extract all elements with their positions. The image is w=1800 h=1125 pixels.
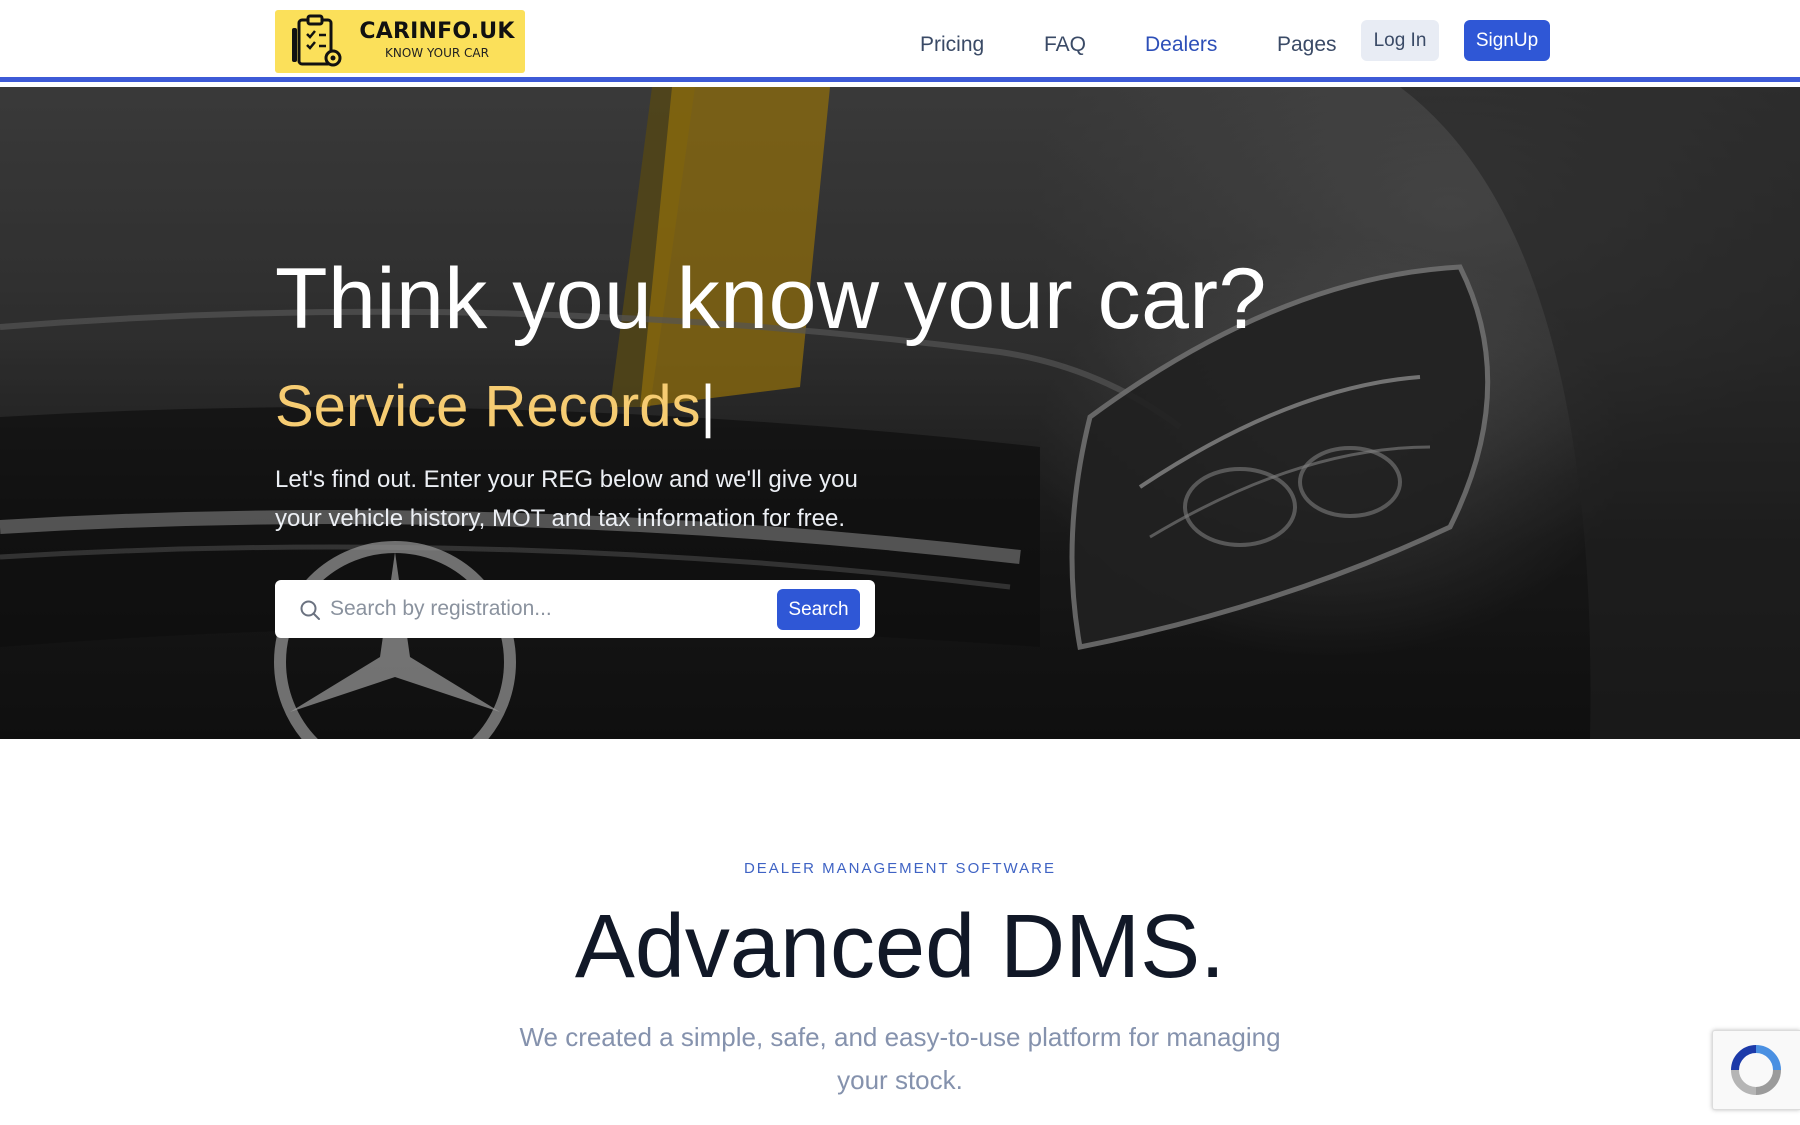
recaptcha-badge[interactable] [1712, 1030, 1800, 1110]
hero-description: Let's find out. Enter your REG below and… [275, 466, 858, 532]
nav-faq[interactable]: FAQ [1044, 32, 1086, 58]
nav-pricing[interactable]: Pricing [920, 32, 984, 58]
brand-tagline: KNOW YOUR CAR [385, 46, 489, 60]
clipboard-tools-icon [292, 14, 342, 67]
typing-caret: | [700, 374, 716, 439]
search-button[interactable]: Search [777, 589, 860, 630]
brand-name: CARINFO.UK [359, 19, 515, 44]
brand-text: CARINFO.UK KNOW YOUR CAR [357, 19, 517, 61]
site-header: CARINFO.UK KNOW YOUR CAR Pricing FAQ Dea… [0, 0, 1800, 82]
section-description: We created a simple, safe, and easy-to-u… [519, 1022, 1281, 1095]
registration-search-form: Search [275, 580, 875, 638]
registration-search-input[interactable] [330, 591, 740, 627]
search-icon [300, 600, 320, 620]
nav-pages[interactable]: Pages [1277, 32, 1337, 58]
typed-text: Service Records [275, 374, 701, 439]
section-title: Advanced DMS. [574, 897, 1226, 997]
hero-car-image [0, 87, 1800, 739]
brand-logo[interactable]: CARINFO.UK KNOW YOUR CAR [275, 10, 525, 73]
nav-dealers[interactable]: Dealers [1145, 32, 1217, 58]
recaptcha-icon [1731, 1045, 1781, 1095]
hero-section: Think you know your car? Service Records… [0, 87, 1800, 739]
signup-button[interactable]: SignUp [1464, 20, 1550, 61]
hero-title: Think you know your car? [275, 251, 1267, 347]
typed-headline: Service Records| [275, 372, 716, 442]
section-eyebrow: DEALER MANAGEMENT SOFTWARE [743, 860, 1057, 877]
login-button[interactable]: Log In [1361, 20, 1439, 61]
